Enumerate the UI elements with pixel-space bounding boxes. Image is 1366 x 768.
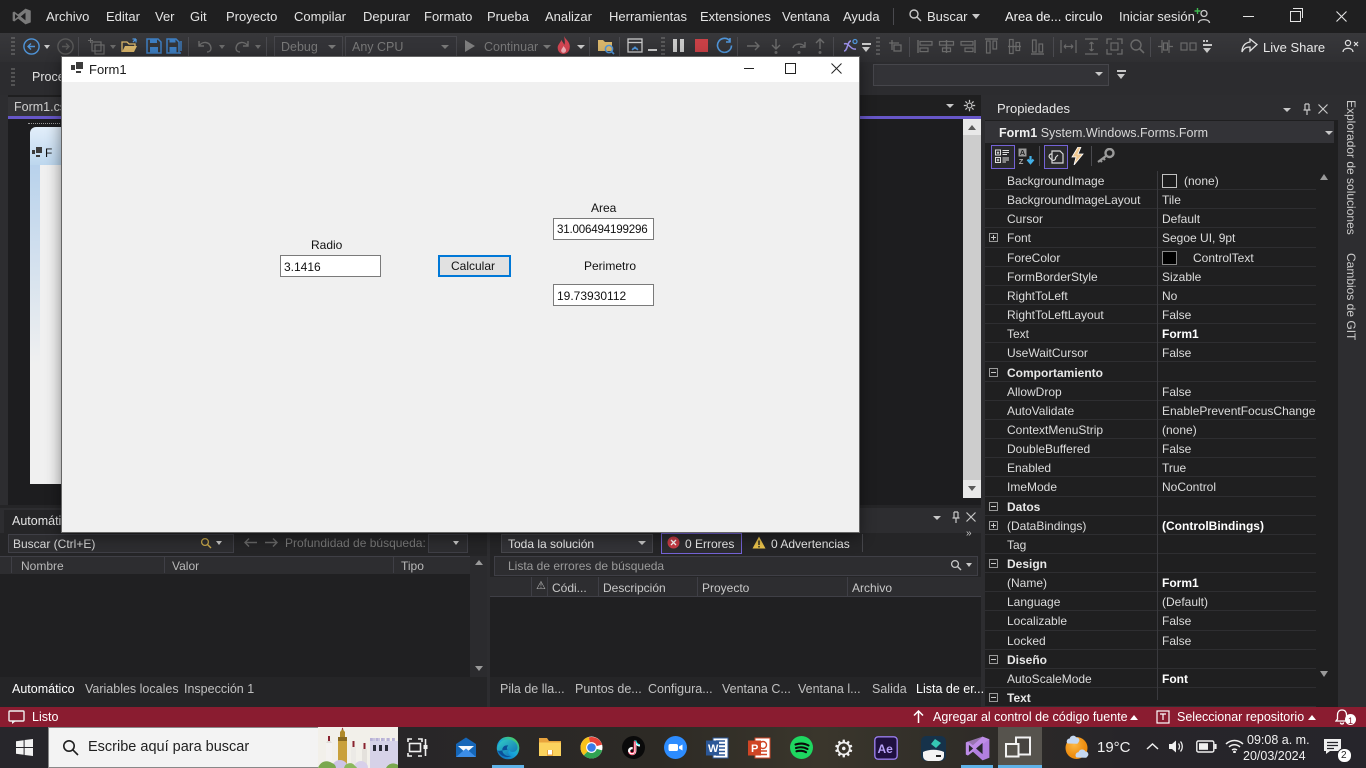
svg-text:Z: Z [1019, 157, 1024, 165]
svg-text:Ae: Ae [878, 742, 894, 756]
svg-text:W: W [708, 743, 719, 755]
svg-text:A: A [1020, 148, 1026, 157]
svg-text:P: P [751, 743, 758, 755]
